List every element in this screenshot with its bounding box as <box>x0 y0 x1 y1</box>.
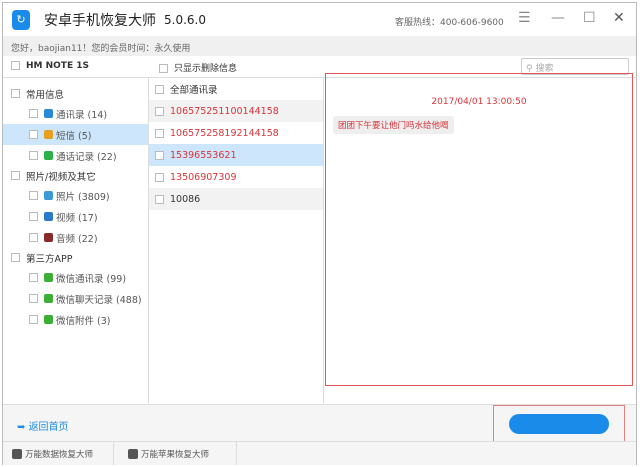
list-row-label: 106575258192144158 <box>170 127 279 139</box>
tree-item-label: 照片 (3809) <box>56 191 110 203</box>
back-arrow-icon: ➥ <box>17 422 29 433</box>
tree-item-label: 第三方APP <box>26 253 73 265</box>
greeting: 您好，baojian11！您的会员时间：永久使用 <box>3 36 636 56</box>
category-icon <box>44 109 53 118</box>
message-bubble: 团团下午要让他门吗水给他喝 <box>333 116 454 134</box>
tree-item-label: 音频 (22) <box>56 233 98 245</box>
apple-icon <box>128 448 138 459</box>
category-icon <box>44 315 53 324</box>
tree-item-label: 视频 (17) <box>56 212 98 224</box>
tree-item-label: 短信 (5) <box>56 130 92 142</box>
tree-item[interactable]: 微信聊天记录 (488) <box>3 288 148 309</box>
list-row[interactable]: 15396553621 <box>149 144 323 166</box>
tree-item-label: 通讯录 (14) <box>56 109 108 121</box>
checkbox[interactable] <box>11 89 20 98</box>
footer: 万能数据恢复大师 万能苹果恢复大师 <box>3 441 636 465</box>
footer-tab-data-recovery[interactable]: 万能数据恢复大师 <box>3 442 114 465</box>
close-button[interactable]: ✕ <box>613 10 625 26</box>
message-detail: 2017/04/01 13:00:50 团团下午要让他门吗水给他喝 <box>325 73 633 386</box>
minimize-button[interactable]: — <box>551 10 565 26</box>
list-row[interactable]: 全部通讯录 <box>149 78 323 100</box>
checkbox[interactable] <box>29 151 38 160</box>
checkbox[interactable] <box>11 171 20 180</box>
checkbox[interactable] <box>29 191 38 200</box>
app-logo-icon: ↻ <box>12 9 30 30</box>
checkbox[interactable] <box>155 150 164 160</box>
checkbox[interactable] <box>11 253 20 262</box>
list-row-label: 15396553621 <box>170 149 237 161</box>
only-deleted-label: 只显示删除信息 <box>174 64 238 74</box>
list-row-label: 13506907309 <box>170 171 237 183</box>
checkbox[interactable] <box>29 233 38 242</box>
checkbox[interactable] <box>155 84 164 94</box>
tree-item-label: 微信附件 (3) <box>56 315 111 327</box>
tree-item[interactable]: 微信附件 (3) <box>3 309 148 330</box>
footer-tab-apple-recovery[interactable]: 万能苹果恢复大师 <box>114 442 237 465</box>
checkbox[interactable] <box>29 294 38 303</box>
maximize-button[interactable]: ☐ <box>583 10 596 26</box>
bottom-bar: ➥ 返回首页 <box>3 404 636 448</box>
category-icon <box>44 212 53 221</box>
device-checkbox[interactable]: HM NOTE 1S <box>11 61 89 71</box>
tree-item[interactable]: 照片 (3809) <box>3 185 148 206</box>
app-window: ↻ 安卓手机恢复大师 5.0.6.0 客服热线：400-606-9600 ☰ —… <box>2 2 637 465</box>
device-name: HM NOTE 1S <box>26 61 89 71</box>
checkbox[interactable] <box>29 130 38 139</box>
app-title: 安卓手机恢复大师 <box>44 12 156 29</box>
category-icon <box>44 233 53 242</box>
list-row[interactable]: 106575251100144158 <box>149 100 323 122</box>
tree-item-label: 微信聊天记录 (488) <box>56 294 142 306</box>
list-row-label: 106575251100144158 <box>170 105 279 117</box>
hotline: 客服热线：400-606-9600 <box>395 18 504 28</box>
tree-item-label: 照片/视频及其它 <box>26 171 96 183</box>
tree-item-label: 常用信息 <box>26 89 65 101</box>
list-row[interactable]: 106575258192144158 <box>149 122 323 144</box>
message-datetime: 2017/04/01 13:00:50 <box>431 97 527 107</box>
footer-tab-label: 万能数据恢复大师 <box>25 449 94 460</box>
category-icon <box>44 130 53 139</box>
recover-button[interactable] <box>509 414 609 434</box>
tree-item[interactable]: 通讯录 (14) <box>3 103 148 124</box>
checkbox[interactable] <box>29 315 38 324</box>
checkbox[interactable] <box>29 212 38 221</box>
category-icon <box>44 151 53 160</box>
category-tree: 常用信息通讯录 (14) 短信 (5) 通话记录 (22) 照片/视频及其它照片 (3… <box>3 78 149 404</box>
checkbox[interactable] <box>155 194 164 204</box>
tree-item-label: 微信通讯录 (99) <box>56 273 127 285</box>
checkbox[interactable] <box>155 128 164 138</box>
title-bar: ↻ 安卓手机恢复大师 5.0.6.0 客服热线：400-606-9600 ☰ —… <box>3 3 636 36</box>
footer-tab-label: 万能苹果恢复大师 <box>141 449 210 460</box>
checkbox[interactable] <box>29 273 38 282</box>
tree-item[interactable]: 微信通讯录 (99) <box>3 267 148 288</box>
list-row-label: 全部通讯录 <box>170 85 218 96</box>
back-home-button[interactable]: ➥ 返回首页 <box>17 418 69 433</box>
checkbox[interactable] <box>155 172 164 182</box>
tree-item[interactable]: 第三方APP <box>3 248 148 267</box>
list-row[interactable]: 13506907309 <box>149 166 323 188</box>
tree-item[interactable]: 照片/视频及其它 <box>3 166 148 185</box>
category-icon <box>44 191 53 200</box>
only-deleted-checkbox[interactable]: 只显示删除信息 <box>159 61 237 74</box>
menu-icon[interactable]: ☰ <box>518 10 531 26</box>
tree-item[interactable]: 短信 (5) <box>3 124 148 145</box>
contact-list: 全部通讯录 106575251100144158 10657525819214415… <box>149 78 324 404</box>
checkbox[interactable] <box>155 106 164 116</box>
tree-item[interactable]: 音频 (22) <box>3 227 148 248</box>
checkbox[interactable] <box>29 109 38 118</box>
data-recovery-icon <box>12 448 22 459</box>
list-row[interactable]: 10086 <box>149 188 323 210</box>
category-icon <box>44 294 53 303</box>
tree-item-label: 通话记录 (22) <box>56 151 117 163</box>
tree-item[interactable]: 视频 (17) <box>3 206 148 227</box>
category-icon <box>44 273 53 282</box>
list-row-label: 10086 <box>170 193 201 205</box>
app-version: 5.0.6.0 <box>164 12 206 27</box>
back-home-label: 返回首页 <box>28 422 69 433</box>
tree-item[interactable]: 常用信息 <box>3 84 148 103</box>
tree-item[interactable]: 通话记录 (22) <box>3 145 148 166</box>
